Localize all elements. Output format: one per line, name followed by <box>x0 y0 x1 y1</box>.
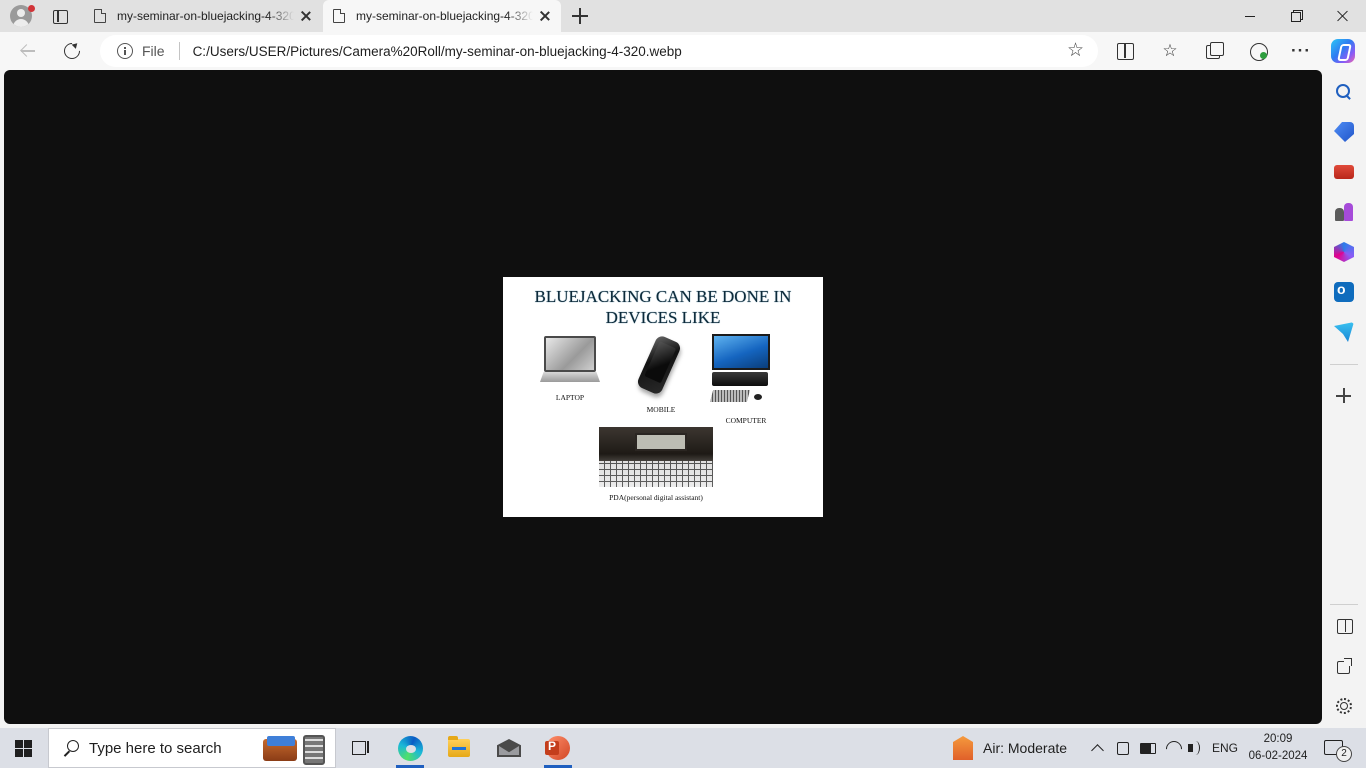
tab-strip: my-seminar-on-bluejacking-4-320.webp my-… <box>0 0 1366 32</box>
chevron-up-icon[interactable] <box>1090 738 1106 758</box>
windows-taskbar: Type here to search P Air: Moderate ENG … <box>0 728 1366 768</box>
popout-icon[interactable] <box>1334 656 1354 676</box>
search-icon[interactable] <box>1334 82 1354 102</box>
clock[interactable]: 20:09 06-02-2024 <box>1246 731 1310 765</box>
search-icon <box>63 740 79 756</box>
weather-text[interactable]: Air: Moderate <box>983 740 1067 756</box>
tab-close-icon[interactable] <box>298 8 314 24</box>
star-icon[interactable]: ☆ <box>1067 41 1084 60</box>
copilot-icon[interactable] <box>1331 39 1355 63</box>
shopping-tag-icon[interactable] <box>1334 122 1354 142</box>
scheme-label: File <box>142 43 165 59</box>
info-icon[interactable] <box>117 43 133 59</box>
page-icon <box>333 9 345 23</box>
device-caption-computer: COMPUTER <box>725 416 767 425</box>
start-windows-icon[interactable] <box>15 740 32 757</box>
edge-sidebar <box>1322 70 1366 724</box>
games-icon[interactable] <box>1334 202 1354 222</box>
hide-sidebar-icon[interactable] <box>1334 616 1354 636</box>
notification-count-badge: 2 <box>1336 746 1352 762</box>
sidebar-divider <box>1330 364 1358 365</box>
more-icon[interactable]: ··· <box>1290 40 1312 62</box>
file-explorer-icon[interactable] <box>435 728 483 768</box>
slide-title-line-1: BLUEJACKING CAN BE DONE IN <box>534 287 792 306</box>
laptop-image <box>540 336 600 384</box>
slide-image: BLUEJACKING CAN BE DONE IN DEVICES LIKE … <box>503 277 823 517</box>
clock-date: 06-02-2024 <box>1248 750 1308 762</box>
tab-close-icon[interactable] <box>537 8 553 24</box>
performance-icon[interactable] <box>1247 40 1269 62</box>
slide-title-line-2: DEVICES LIKE <box>605 308 721 327</box>
wifi-icon[interactable] <box>1164 738 1182 758</box>
new-tab-icon[interactable] <box>570 6 590 26</box>
address-bar[interactable]: File C:/Users/USER/Pictures/Camera%20Rol… <box>100 35 1098 67</box>
mail-icon[interactable] <box>485 728 533 768</box>
powerpoint-icon[interactable]: P <box>534 728 582 768</box>
device-caption-pda: PDA(personal digital assistant) <box>609 493 703 502</box>
tab-actions-icon[interactable] <box>50 6 70 26</box>
restore-button[interactable] <box>1274 0 1320 32</box>
air-quality-icon[interactable] <box>953 736 973 760</box>
browser-toolbar: File C:/Users/USER/Pictures/Camera%20Rol… <box>0 32 1366 70</box>
minimize-button[interactable] <box>1228 0 1274 32</box>
microsoft-edge-icon[interactable] <box>386 728 434 768</box>
device-caption-laptop: LAPTOP <box>555 393 585 402</box>
mobile-phone-image <box>635 334 684 397</box>
volume-icon[interactable] <box>1186 738 1204 758</box>
back-icon[interactable] <box>18 41 38 61</box>
battery-icon[interactable] <box>1139 738 1157 758</box>
add-icon[interactable] <box>1334 386 1354 406</box>
image-viewer: BLUEJACKING CAN BE DONE IN DEVICES LIKE … <box>4 70 1322 724</box>
split-screen-icon[interactable] <box>1114 40 1136 62</box>
desktop-computer-image <box>710 334 772 408</box>
tab-1[interactable]: my-seminar-on-bluejacking-4-320.webp <box>84 0 322 32</box>
microsoft-365-icon[interactable] <box>1334 242 1354 262</box>
tab-title: my-seminar-on-bluejacking-4-320.webp <box>117 9 294 23</box>
outlook-icon[interactable] <box>1334 281 1354 302</box>
task-view-icon[interactable] <box>336 728 384 768</box>
pda-image <box>599 427 713 487</box>
favorites-icon[interactable]: ☆ <box>1159 40 1181 62</box>
search-placeholder: Type here to search <box>89 739 222 757</box>
taskbar-search-box[interactable]: Type here to search <box>48 728 336 768</box>
drop-icon[interactable] <box>1334 322 1354 342</box>
slide-title: BLUEJACKING CAN BE DONE IN DEVICES LIKE <box>503 286 823 328</box>
search-highlight-image <box>259 733 333 765</box>
address-divider <box>178 42 180 60</box>
close-window-button[interactable] <box>1320 0 1366 32</box>
tab-title: my-seminar-on-bluejacking-4-320.webp <box>356 9 533 23</box>
tools-icon[interactable] <box>1334 165 1354 179</box>
device-caption-mobile: MOBILE <box>646 405 676 414</box>
sidebar-divider <box>1330 604 1358 605</box>
tab-2[interactable]: my-seminar-on-bluejacking-4-320.webp <box>323 0 561 32</box>
page-icon <box>94 9 106 23</box>
clock-time: 20:09 <box>1263 733 1293 745</box>
refresh-icon[interactable] <box>62 41 82 61</box>
meet-now-icon[interactable] <box>1115 738 1131 758</box>
settings-icon[interactable] <box>1334 696 1354 716</box>
notifications-icon[interactable]: 2 <box>1322 738 1352 762</box>
language-indicator[interactable]: ENG <box>1210 738 1240 758</box>
collections-icon[interactable] <box>1203 40 1225 62</box>
profile-notification-dot <box>28 5 35 12</box>
url-text[interactable]: C:/Users/USER/Pictures/Camera%20Roll/my-… <box>193 44 1098 59</box>
